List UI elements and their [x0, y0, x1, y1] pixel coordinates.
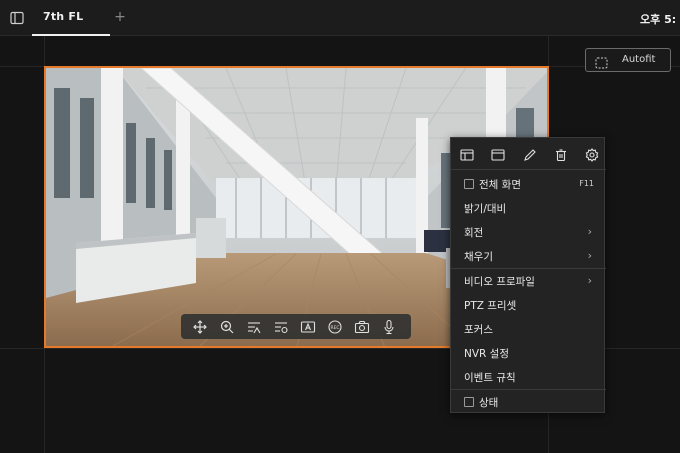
menu-item-nvr-settings[interactable]: NVR 설정 — [451, 341, 606, 365]
fullscreen-checkbox[interactable] — [464, 179, 474, 189]
move-icon[interactable] — [192, 319, 208, 335]
chevron-right-icon: › — [587, 225, 592, 238]
status-checkbox[interactable] — [464, 397, 474, 407]
settings-adjust-icon[interactable] — [273, 319, 289, 335]
clock: 오후 5: — [640, 13, 677, 26]
delete-icon[interactable] — [554, 147, 568, 162]
menu-item-fill[interactable]: 채우기 › — [451, 244, 606, 268]
menu-item-label: 상태 — [479, 397, 499, 409]
window-icon[interactable] — [460, 147, 474, 161]
text-overlay-icon[interactable] — [300, 319, 316, 335]
menu-item-event-rules[interactable]: 이벤트 규칙 — [451, 365, 606, 389]
snapshot-icon[interactable] — [354, 319, 370, 335]
sidebar-toggle-icon[interactable] — [10, 10, 24, 25]
video-overlay-toolbar: REC — [181, 314, 411, 339]
menu-item-rotate[interactable]: 회전 › — [451, 220, 606, 244]
menu-item-ptz-preset[interactable]: PTZ 프리셋 — [451, 293, 606, 317]
chevron-right-icon: › — [587, 274, 592, 287]
autofit-icon — [595, 54, 608, 69]
menu-item-label: 비디오 프로파일 — [464, 276, 535, 288]
menu-item-status[interactable]: 상태 — [451, 390, 606, 414]
zoom-in-icon[interactable] — [219, 319, 235, 335]
autofit-button[interactable]: Autofit — [585, 48, 671, 72]
menu-item-label: 전체 화면 — [479, 179, 521, 191]
image-adjust-icon[interactable] — [246, 319, 262, 335]
menu-item-video-profile[interactable]: 비디오 프로파일 › — [451, 269, 606, 293]
chevron-right-icon: › — [587, 249, 592, 262]
record-icon[interactable]: REC — [327, 319, 343, 335]
microphone-icon[interactable] — [381, 319, 397, 335]
autofit-label: Autofit — [622, 54, 656, 65]
add-tab-button[interactable]: + — [112, 8, 128, 26]
menu-item-brightness-contrast[interactable]: 밝기/대비 — [451, 196, 606, 220]
menu-item-fullscreen[interactable]: 전체 화면 F11 — [451, 172, 606, 196]
tab-label: 7th FL — [43, 10, 84, 23]
edit-icon[interactable] — [523, 147, 537, 161]
svg-text:REC: REC — [330, 325, 339, 331]
settings-icon[interactable] — [585, 147, 599, 162]
context-menu-icon-row — [451, 138, 606, 170]
menu-item-label: 밝기/대비 — [464, 203, 507, 215]
shortcut-label: F11 — [579, 179, 594, 188]
maximize-window-icon[interactable] — [491, 147, 505, 161]
menu-item-focus[interactable]: 포커스 — [451, 317, 606, 341]
menu-item-label: PTZ 프리셋 — [464, 300, 517, 312]
menu-item-label: 포커스 — [464, 324, 493, 336]
top-bar: 7th FL + 오후 5: — [0, 0, 680, 36]
menu-item-label: 채우기 — [464, 251, 493, 263]
menu-item-label: NVR 설정 — [464, 348, 509, 360]
menu-item-label: 이벤트 규칙 — [464, 372, 516, 384]
menu-item-label: 회전 — [464, 227, 484, 239]
tab-7th-fl[interactable]: 7th FL — [32, 0, 110, 36]
context-menu: 전체 화면 F11 밝기/대비 회전 › 채우기 › 비디오 프로파일 › PT… — [450, 137, 606, 414]
